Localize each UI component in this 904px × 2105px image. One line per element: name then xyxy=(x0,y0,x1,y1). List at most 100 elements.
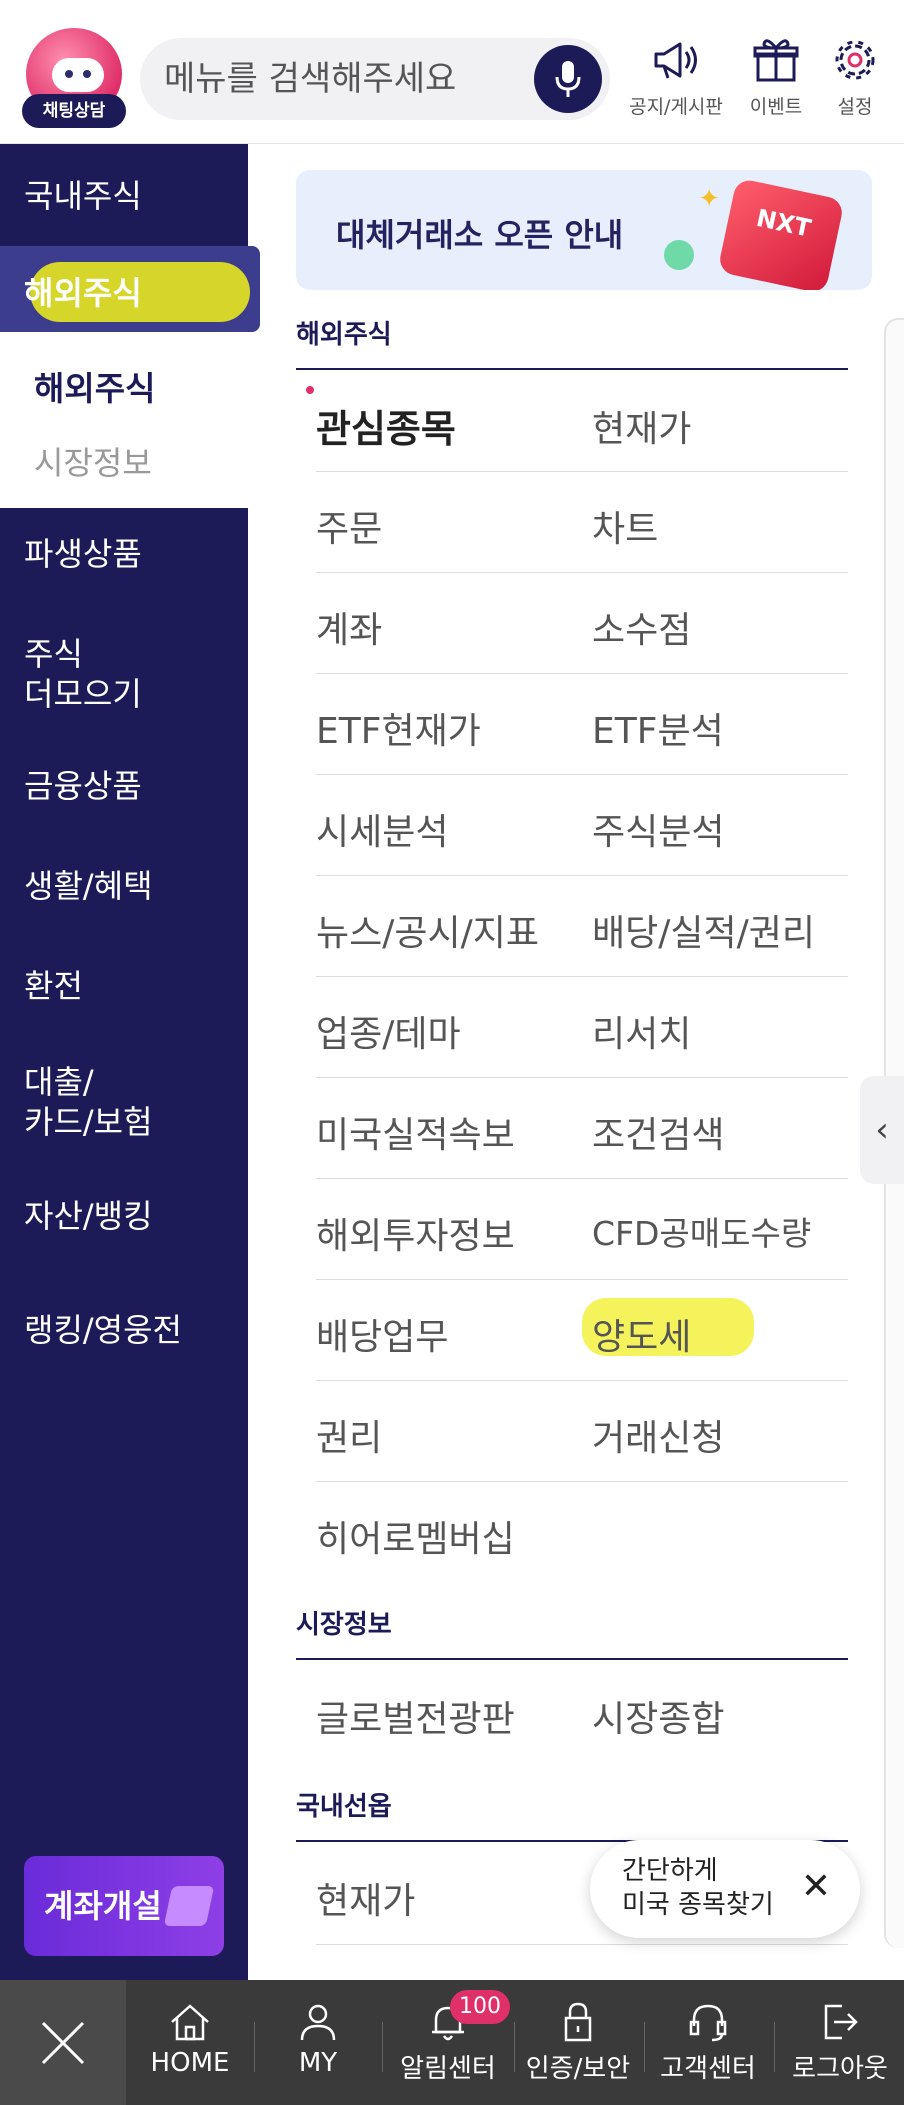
search-bar[interactable] xyxy=(140,38,610,120)
section-divider xyxy=(296,1658,848,1660)
popup-line-2: 미국 종목찾기 xyxy=(622,1890,774,1920)
row-divider xyxy=(316,774,848,775)
menu-order[interactable]: 주문 xyxy=(316,500,382,552)
auth-security-label: 인증/보안 xyxy=(525,2054,631,2084)
menu-dividend-earnings[interactable]: 배당/실적/권리 xyxy=(592,904,815,956)
settings-button[interactable]: 설정 xyxy=(820,36,890,119)
nav-item-label: 더모으기 xyxy=(24,675,142,713)
new-dot-indicator xyxy=(306,386,314,394)
menu-etf-analysis[interactable]: ETF분석 xyxy=(592,702,724,754)
nav-item-label: 카드/보험 xyxy=(24,1103,153,1141)
search-input[interactable] xyxy=(164,38,524,120)
menu-us-earnings[interactable]: 미국실적속보 xyxy=(316,1106,515,1158)
row-divider xyxy=(316,1077,848,1078)
separator xyxy=(382,2022,383,2072)
logout-button[interactable]: 로그아웃 xyxy=(776,1980,904,2105)
event-button[interactable]: 이벤트 xyxy=(736,36,816,119)
chevron-left-icon: ‹ xyxy=(875,1110,889,1150)
row-divider xyxy=(316,572,848,573)
notification-label: 알림센터 xyxy=(400,2054,496,2084)
nav-item-domestic-stock[interactable]: 국내주식 xyxy=(24,176,142,216)
megaphone-icon xyxy=(654,42,697,79)
row-divider xyxy=(316,1178,848,1179)
customer-center-button[interactable]: 고객센터 xyxy=(644,1980,772,2105)
menu-fractional[interactable]: 소수점 xyxy=(592,601,691,653)
sub-nav: 해외주식 시장정보 xyxy=(0,332,248,508)
menu-sector-theme[interactable]: 업종/테마 xyxy=(316,1005,461,1057)
sub-nav-market-info[interactable]: 시장정보 xyxy=(34,438,152,484)
menu-stock-analysis[interactable]: 주식분석 xyxy=(592,803,724,855)
nav-item-label: 주식 xyxy=(24,635,83,673)
logout-label: 로그아웃 xyxy=(792,2054,888,2084)
menu-condition-search[interactable]: 조건검색 xyxy=(592,1106,724,1158)
us-stock-finder-popup[interactable]: 간단하게 미국 종목찾기 ✕ xyxy=(590,1840,860,1938)
person-icon xyxy=(300,2004,336,2041)
menu-overseas-invest-info[interactable]: 해외투자정보 xyxy=(316,1207,515,1259)
menu-futures-price[interactable]: 현재가 xyxy=(316,1872,415,1924)
menu-capital-gains-tax[interactable]: 양도세 xyxy=(592,1308,691,1360)
clover-icon xyxy=(664,240,694,270)
menu-current-price[interactable]: 현재가 xyxy=(592,400,691,452)
section-divider xyxy=(296,368,848,370)
separator xyxy=(774,2022,775,2072)
notice-board-button[interactable]: 공지/게시판 xyxy=(626,36,726,119)
nav-item-ranking[interactable]: 랭킹/영웅전 xyxy=(24,1310,182,1350)
popup-text: 간단하게 미국 종목찾기 xyxy=(622,1854,802,1922)
chatbot-label: 채팅상담 xyxy=(22,94,126,128)
microphone-icon xyxy=(555,61,581,97)
nav-item-asset-banking[interactable]: 자산/뱅킹 xyxy=(24,1196,153,1236)
menu-hero-membership[interactable]: 히어로멤버십 xyxy=(316,1510,515,1562)
menu-market-overview[interactable]: 시장종합 xyxy=(592,1690,724,1742)
open-account-button[interactable]: 계좌개설 xyxy=(24,1856,224,1956)
menu-research[interactable]: 리서치 xyxy=(592,1005,691,1057)
menu-etf-price[interactable]: ETF현재가 xyxy=(316,702,481,754)
close-icon[interactable]: ✕ xyxy=(796,1862,836,1912)
nav-item-life-benefits[interactable]: 생활/혜택 xyxy=(24,866,153,906)
menu-chart[interactable]: 차트 xyxy=(592,500,658,552)
row-divider xyxy=(316,1481,848,1482)
menu-cfd-short-volume[interactable]: CFD공매도수량 xyxy=(592,1207,811,1255)
nav-item-financial-products[interactable]: 금융상품 xyxy=(24,766,142,806)
row-divider xyxy=(316,471,848,472)
gear-icon xyxy=(835,40,875,80)
nav-item-exchange[interactable]: 환전 xyxy=(24,966,83,1006)
logout-icon xyxy=(824,2004,858,2040)
row-divider xyxy=(316,673,848,674)
notification-center-button[interactable]: 알림센터 100 xyxy=(384,1980,512,2105)
nav-item-stock-more[interactable]: 주식 더모으기 xyxy=(24,634,142,714)
menu-watchlist[interactable]: 관심종목 xyxy=(316,398,456,453)
gift-icon xyxy=(753,39,799,82)
nav-item-loan-card-insurance[interactable]: 대출/ 카드/보험 xyxy=(24,1062,153,1142)
nav-item-derivatives[interactable]: 파생상품 xyxy=(24,534,142,574)
home-icon xyxy=(171,2004,209,2041)
promo-banner[interactable]: 대체거래소 오픈 안내 ✦ NXT xyxy=(296,170,872,290)
side-panel-toggle[interactable]: ‹ xyxy=(860,1076,904,1184)
nav-item-label: 대출/ xyxy=(24,1063,94,1101)
nav-item-label: 해외주식 xyxy=(24,274,142,312)
menu-account[interactable]: 계좌 xyxy=(316,601,382,653)
close-menu-button[interactable] xyxy=(0,1980,126,2105)
menu-global-board[interactable]: 글로벌전광판 xyxy=(316,1690,515,1742)
auth-security-button[interactable]: 인증/보안 xyxy=(514,1980,642,2105)
headset-icon xyxy=(689,2004,727,2042)
sub-nav-overseas-stock[interactable]: 해외주식 xyxy=(34,362,155,410)
event-label: 이벤트 xyxy=(749,96,803,118)
menu-rights[interactable]: 권리 xyxy=(316,1409,382,1461)
open-account-label: 계좌개설 xyxy=(44,1887,162,1925)
voice-search-button[interactable] xyxy=(534,45,602,113)
row-divider xyxy=(316,1279,848,1280)
my-label: MY xyxy=(298,2048,338,2078)
arrow-card-icon xyxy=(163,1886,215,1926)
menu-quote-analysis[interactable]: 시세분석 xyxy=(316,803,448,855)
menu-dividend-tasks[interactable]: 배당업무 xyxy=(316,1308,448,1360)
chatbot-button[interactable]: 채팅상담 xyxy=(22,28,126,128)
home-button[interactable]: HOME xyxy=(126,1980,254,2105)
row-divider xyxy=(316,976,848,977)
sparkle-icon: ✦ xyxy=(698,184,720,214)
row-divider xyxy=(316,1944,848,1945)
menu-trade-application[interactable]: 거래신청 xyxy=(592,1409,724,1461)
banner-text: 대체거래소 오픈 안내 xyxy=(336,216,624,254)
my-button[interactable]: MY xyxy=(254,1980,382,2105)
menu-news-disclosure[interactable]: 뉴스/공시/지표 xyxy=(316,904,539,956)
lock-icon xyxy=(564,2002,592,2042)
